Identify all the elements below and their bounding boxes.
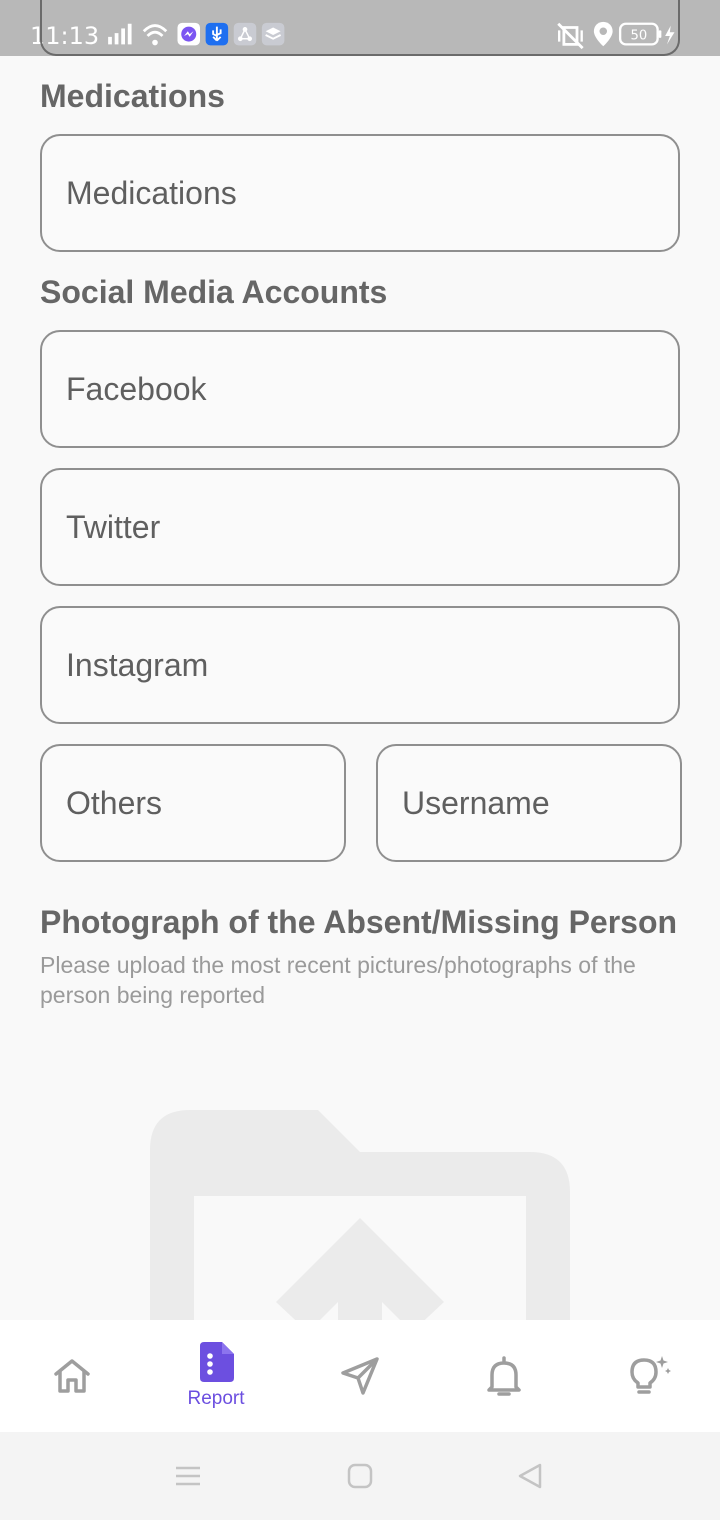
lightbulb-icon — [630, 1356, 671, 1394]
home-button-icon[interactable] — [346, 1462, 374, 1490]
bottom-navigation: Report — [0, 1320, 720, 1432]
nav-report-label: Report — [187, 1388, 245, 1409]
nav-tips[interactable] — [576, 1320, 720, 1432]
recents-icon[interactable] — [174, 1462, 202, 1490]
photo-subtitle: Please upload the most recent pictures/p… — [40, 952, 636, 1008]
twitter-field[interactable]: Twitter — [40, 468, 680, 586]
photo-heading: Photograph of the Absent/Missing Person — [40, 904, 678, 940]
medications-field[interactable]: Medications — [40, 134, 680, 252]
facebook-placeholder: Facebook — [66, 370, 207, 407]
home-icon — [54, 1359, 90, 1393]
nav-send[interactable] — [288, 1320, 432, 1432]
others-placeholder: Others — [66, 784, 163, 821]
instagram-field[interactable]: Instagram — [40, 606, 680, 724]
instagram-placeholder: Instagram — [66, 646, 209, 683]
nav-report[interactable]: Report — [144, 1320, 288, 1432]
system-navigation-bar — [0, 1432, 720, 1520]
twitter-placeholder: Twitter — [66, 508, 161, 545]
username-field[interactable]: Username — [376, 744, 682, 862]
others-field[interactable]: Others — [40, 744, 346, 862]
report-icon — [200, 1342, 234, 1382]
facebook-field[interactable]: Facebook — [40, 330, 680, 448]
report-form[interactable]: Medications Medications Social Media Acc… — [0, 56, 720, 1320]
medications-placeholder: Medications — [66, 174, 237, 211]
scrolled-field-edge — [40, 0, 680, 56]
social-media-heading: Social Media Accounts — [40, 274, 388, 310]
send-icon — [341, 1357, 379, 1395]
nav-notifications[interactable] — [432, 1320, 576, 1432]
username-placeholder: Username — [402, 784, 550, 821]
medications-heading: Medications — [40, 78, 225, 114]
nav-home[interactable] — [0, 1320, 144, 1432]
bell-icon — [487, 1356, 521, 1396]
back-icon[interactable] — [516, 1462, 544, 1490]
folder-upload-icon[interactable] — [150, 1110, 570, 1320]
